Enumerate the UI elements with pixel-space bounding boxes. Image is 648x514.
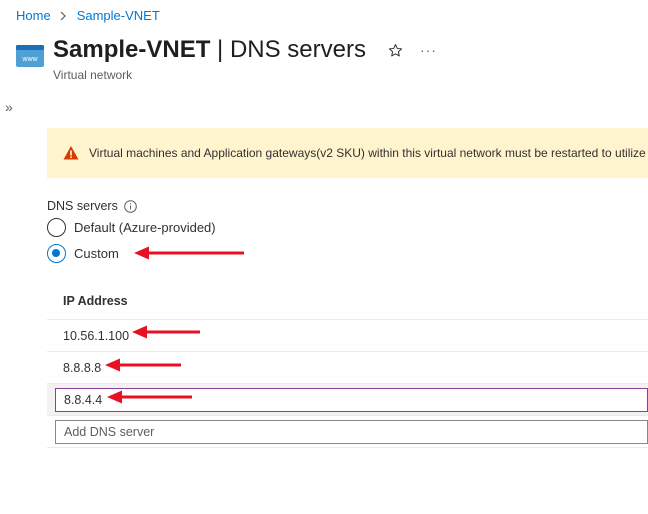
table-header-ip-address: IP Address <box>47 282 648 320</box>
annotation-arrow <box>107 390 192 404</box>
page-subtitle: Virtual network <box>53 68 133 82</box>
dns-servers-label-text: DNS servers <box>47 199 118 213</box>
info-icon[interactable] <box>124 199 137 213</box>
table-row-add <box>47 416 648 448</box>
annotation-arrow <box>132 325 200 339</box>
ip-address-value: 8.8.8.8 <box>63 360 102 375</box>
virtual-network-icon: www <box>16 42 44 70</box>
chevron-right-icon <box>59 11 69 21</box>
dns-servers-label: DNS servers <box>47 199 137 213</box>
more-options-icon[interactable]: ··· <box>420 42 437 58</box>
radio-circle-default[interactable] <box>47 218 66 237</box>
warning-icon <box>63 145 79 161</box>
breadcrumb-vnet-link[interactable]: Sample-VNET <box>77 8 160 23</box>
page-title-section: | DNS servers <box>217 36 366 63</box>
page-header: www Sample-VNET | DNS servers ··· Virtua… <box>16 36 437 82</box>
radio-custom[interactable]: Custom <box>47 244 119 263</box>
breadcrumb: Home Sample-VNET <box>16 8 160 23</box>
favorite-star-icon[interactable] <box>388 42 404 58</box>
page-title: Sample-VNET | DNS servers <box>53 36 366 64</box>
expand-sidebar-icon[interactable]: » <box>5 99 13 115</box>
page-title-resource: Sample-VNET <box>53 36 211 63</box>
resource-icon-text: www <box>21 56 38 63</box>
annotation-arrow <box>134 246 244 260</box>
radio-label-custom: Custom <box>74 246 119 261</box>
radio-label-default: Default (Azure-provided) <box>74 220 216 235</box>
add-dns-server-input[interactable] <box>55 419 648 444</box>
ip-address-value: 10.56.1.100 <box>63 328 130 343</box>
radio-default-azure-provided[interactable]: Default (Azure-provided) <box>47 218 216 237</box>
warning-text: Virtual machines and Application gateway… <box>89 146 646 160</box>
radio-circle-custom[interactable] <box>47 244 66 263</box>
breadcrumb-home-link[interactable]: Home <box>16 8 51 23</box>
warning-banner: Virtual machines and Application gateway… <box>47 128 648 178</box>
annotation-arrow <box>105 358 181 372</box>
